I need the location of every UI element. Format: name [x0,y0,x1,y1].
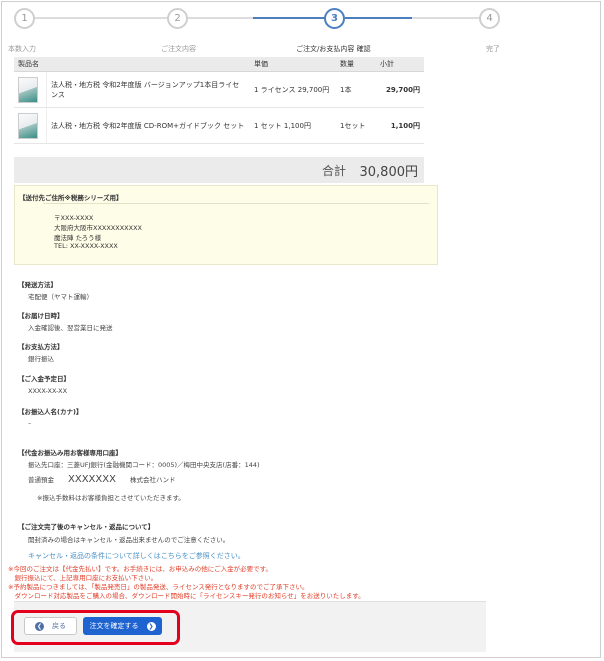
payment-notes: ※今回のご注文は【代金先払い】です。お手続きには、お申込みの他にご入金が必要です… [8,565,365,601]
product-price: 1 ライセンス 29,700円 [250,71,336,108]
bank-account-line: 振込先口座：三菱UFJ銀行(金融機関コード：0005)／梅田中央支店(店番：14… [28,461,260,469]
note-line: ※予約製品につきましては、「製品発売日」の製品発送、ライセンス発行となりますので… [8,583,309,591]
payment-method-heading: 【お支払方法】 [18,343,64,351]
product-subtotal: 29,700円 [376,71,424,108]
product-name: 法人税・地方税 令和2年度版 バージョンアップ1本目ライセンス [46,71,250,108]
order-items-table: 製品名 単価 数量 小計 法人税・地方税 令和2年度版 バージョンアップ1本目ラ… [14,57,424,144]
bank-account-type: 普通預金 [28,476,54,484]
step-1-label: 本数入力 [8,45,36,53]
order-total-row: 合計 30,800円 [14,157,424,183]
step-connector [186,17,253,19]
step-3-circle: 3 [324,8,345,29]
shipping-method-heading: 【発送方法】 [18,281,57,289]
step-4-label: 完了 [486,45,500,53]
progress-stepper: 1 2 3 4 本数入力 ご注文内容 ご注文/お支払内容 確認 完了 [0,0,604,60]
bank-account-detail: 普通預金 XXXXXXX 株式会社ハンド [28,474,175,485]
total-value: 30,800円 [359,165,419,180]
table-header-row: 製品名 単価 数量 小計 [14,57,424,72]
col-header-price: 単価 [250,57,336,72]
step-connector [33,17,168,19]
product-qty: 1セット [336,107,376,144]
delivery-heading: 【お届け日時】 [18,312,64,320]
payer-kana-heading: 【お振込人名(カナ)】 [18,408,83,416]
bank-fee-note: ※振込手数料はお客様負担とさせていただきます。 [37,494,185,502]
delivery-value: 入金確認後、翌営業日に発送 [28,324,113,332]
product-qty: 1本 [336,71,376,108]
step-connector-active [253,17,325,19]
bank-account-number: XXXXXXX [68,474,116,485]
step-1-circle: 1 [14,8,35,29]
step-4-circle: 4 [479,8,500,29]
shipping-postal: 〒XXX-XXXX [54,214,94,222]
step-2-label: ご注文内容 [161,45,196,53]
cancel-policy-link[interactable]: キャンセル・返品の条件について詳しくはこちらをご参照ください。 [28,551,245,561]
shipping-heading: 【送付先ご住所※税務シリーズ用】 [19,194,123,202]
confirm-button-label: 注文を確定する [89,622,139,630]
product-thumbnail [18,76,38,103]
col-header-qty: 数量 [336,57,376,72]
payment-date-value: XXXX-XX-XX [28,387,68,395]
product-price: 1 セット 1,100円 [250,107,336,144]
payment-method-value: 銀行振込 [28,355,54,363]
chevron-right-icon: ❯ [146,621,156,631]
product-name: 法人税・地方税 令和2年度版 CD-ROM+ガイドブック セット [46,107,250,144]
shipping-name: 魔法陣 たろう様 [54,234,102,242]
bank-account-heading: 【代金お振込み用お客様専用口座】 [18,449,122,457]
shipping-method-value: 宅配便（ヤマト運輸） [28,293,93,301]
confirm-order-button[interactable]: 注文を確定する ❯ [83,617,162,635]
cancel-policy-heading: 【ご注文完了後のキャンセル・返品について】 [18,523,155,531]
total-label: 合計 [321,164,346,178]
note-line: ダウンロード対応製品をご購入の場合、ダウンロード開始時に「ライセンスキー発行のお… [8,592,365,600]
col-header-subtotal: 小計 [376,57,424,72]
step-2-circle: 2 [167,8,188,29]
shipping-address: 大阪府大阪市XXXXXXXXXXX [54,224,142,232]
step-connector-active [345,17,412,19]
cancel-policy-text: 開封済みの場合はキャンセル・返品出来ませんのでご注意ください。 [28,536,230,544]
product-subtotal: 1,100円 [376,107,424,144]
back-button-label: 戻る [52,622,66,630]
col-header-name: 製品名 [14,57,250,72]
product-thumbnail [18,112,38,139]
shipping-tel: TEL: XX-XXXX-XXXX [54,242,118,250]
shipping-address-box: 【送付先ご住所※税務シリーズ用】 〒XXX-XXXX 大阪府大阪市XXXXXXX… [14,185,438,265]
step-3-label: ご注文/お支払内容 確認 [296,45,371,53]
note-line: ※今回のご注文は【代金先払い】です。お手続きには、お申込みの他にご入金が必要です… [8,565,273,573]
divider [43,203,429,204]
note-line: 銀行振込にて、上記専用口座にお支払い下さい。 [8,574,158,582]
back-button[interactable]: ❮ 戻る [24,617,77,635]
table-row: 法人税・地方税 令和2年度版 バージョンアップ1本目ライセンス 1 ライセンス … [14,71,424,108]
payer-kana-value: – [28,419,32,427]
table-row: 法人税・地方税 令和2年度版 CD-ROM+ガイドブック セット 1 セット 1… [14,107,424,144]
chevron-left-icon: ❮ [35,621,44,631]
step-connector [412,17,480,19]
bank-account-holder: 株式会社ハンド [129,476,176,484]
payment-date-heading: 【ご入金予定日】 [18,375,70,383]
